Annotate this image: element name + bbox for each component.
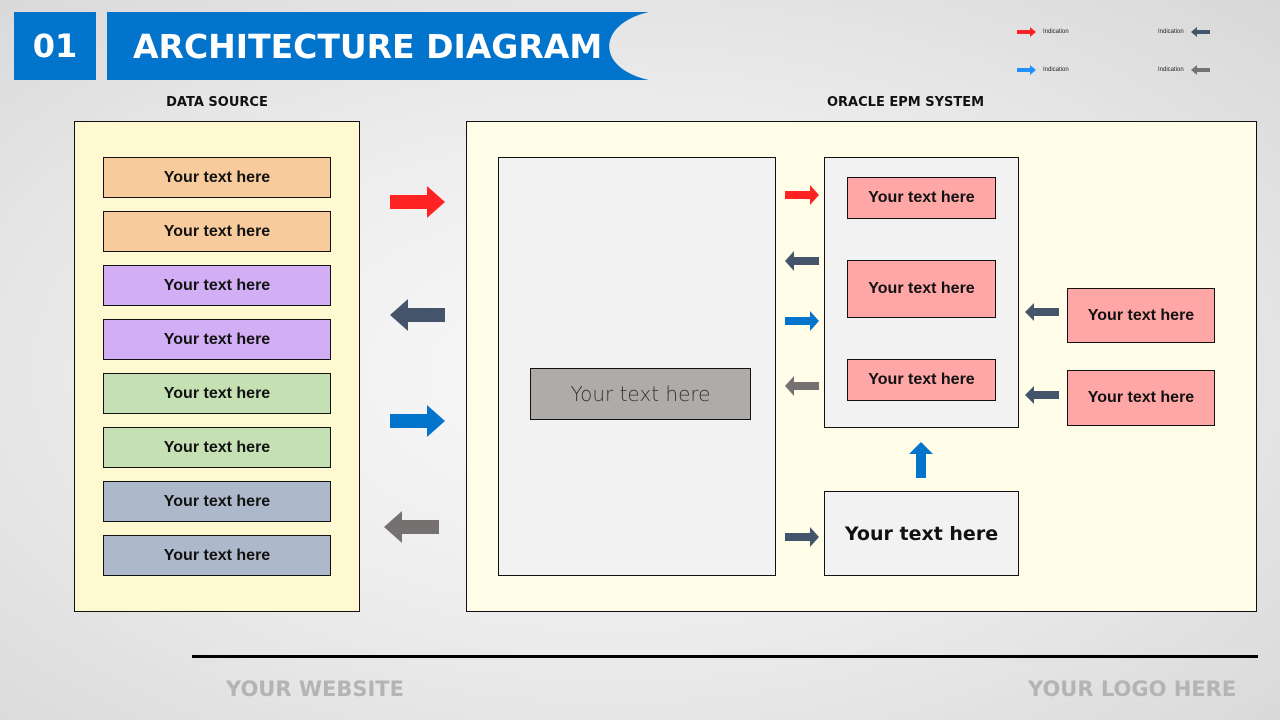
data-source-item: Your text here	[103, 319, 331, 360]
legend-label: Indication	[1043, 29, 1069, 35]
data-source-item: Your text here	[103, 427, 331, 468]
legend-label: Indication	[1043, 67, 1069, 73]
slide-number: 01	[14, 12, 96, 80]
data-source-item: Your text here	[103, 265, 331, 306]
arrow-right-icon	[785, 185, 819, 205]
data-source-item: Your text here	[103, 481, 331, 522]
epm-side-item: Your text here	[1067, 370, 1215, 426]
arrow-left-icon	[390, 299, 445, 331]
arrow-left-icon	[1025, 303, 1059, 321]
arrow-up-icon	[909, 442, 933, 478]
arrow-left-icon	[1190, 27, 1210, 37]
epm-system-label: ORACLE EPM SYSTEM	[827, 95, 985, 110]
epm-center-box: Your text here	[530, 368, 751, 420]
data-source-label: DATA SOURCE	[166, 95, 268, 110]
page-title: ARCHITECTURE DIAGRAM	[133, 26, 603, 66]
arrow-right-icon	[390, 186, 445, 218]
epm-side-item: Your text here	[1067, 288, 1215, 343]
arrow-left-icon	[785, 376, 819, 396]
legend-label: Indication	[1158, 29, 1184, 35]
arrow-right-icon	[1017, 27, 1036, 37]
footer-logo: YOUR LOGO HERE	[1028, 677, 1237, 701]
footer-divider	[192, 655, 1258, 658]
epm-module-item: Your text here	[847, 359, 996, 401]
legend-item-blue: Indication	[1017, 65, 1069, 75]
epm-module-item: Your text here	[847, 177, 996, 219]
footer-website[interactable]: YOUR WEBSITE	[226, 677, 404, 701]
legend-item-red: Indication	[1017, 27, 1069, 37]
arrow-right-icon	[785, 527, 819, 547]
arrow-right-icon	[785, 311, 819, 331]
arrow-left-icon	[785, 251, 819, 271]
data-source-panel: Your text here Your text here Your text …	[74, 121, 360, 612]
arrow-right-icon	[1017, 65, 1036, 75]
epm-module-item: Your text here	[847, 260, 996, 318]
legend-item-gray: Indication	[1158, 65, 1210, 75]
data-source-item: Your text here	[103, 373, 331, 414]
data-source-item: Your text here	[103, 157, 331, 198]
data-source-item: Your text here	[103, 211, 331, 252]
title-banner: ARCHITECTURE DIAGRAM	[107, 12, 652, 80]
data-source-item: Your text here	[103, 535, 331, 576]
arrow-right-icon	[390, 405, 445, 437]
epm-bottom-box: Your text here	[824, 491, 1019, 576]
arrow-left-icon	[1025, 386, 1059, 404]
arrow-left-icon	[384, 511, 439, 543]
legend-label: Indication	[1158, 67, 1184, 73]
epm-core-container	[498, 157, 776, 576]
arrow-left-icon	[1190, 65, 1210, 75]
legend-item-navy: Indication	[1158, 27, 1210, 37]
